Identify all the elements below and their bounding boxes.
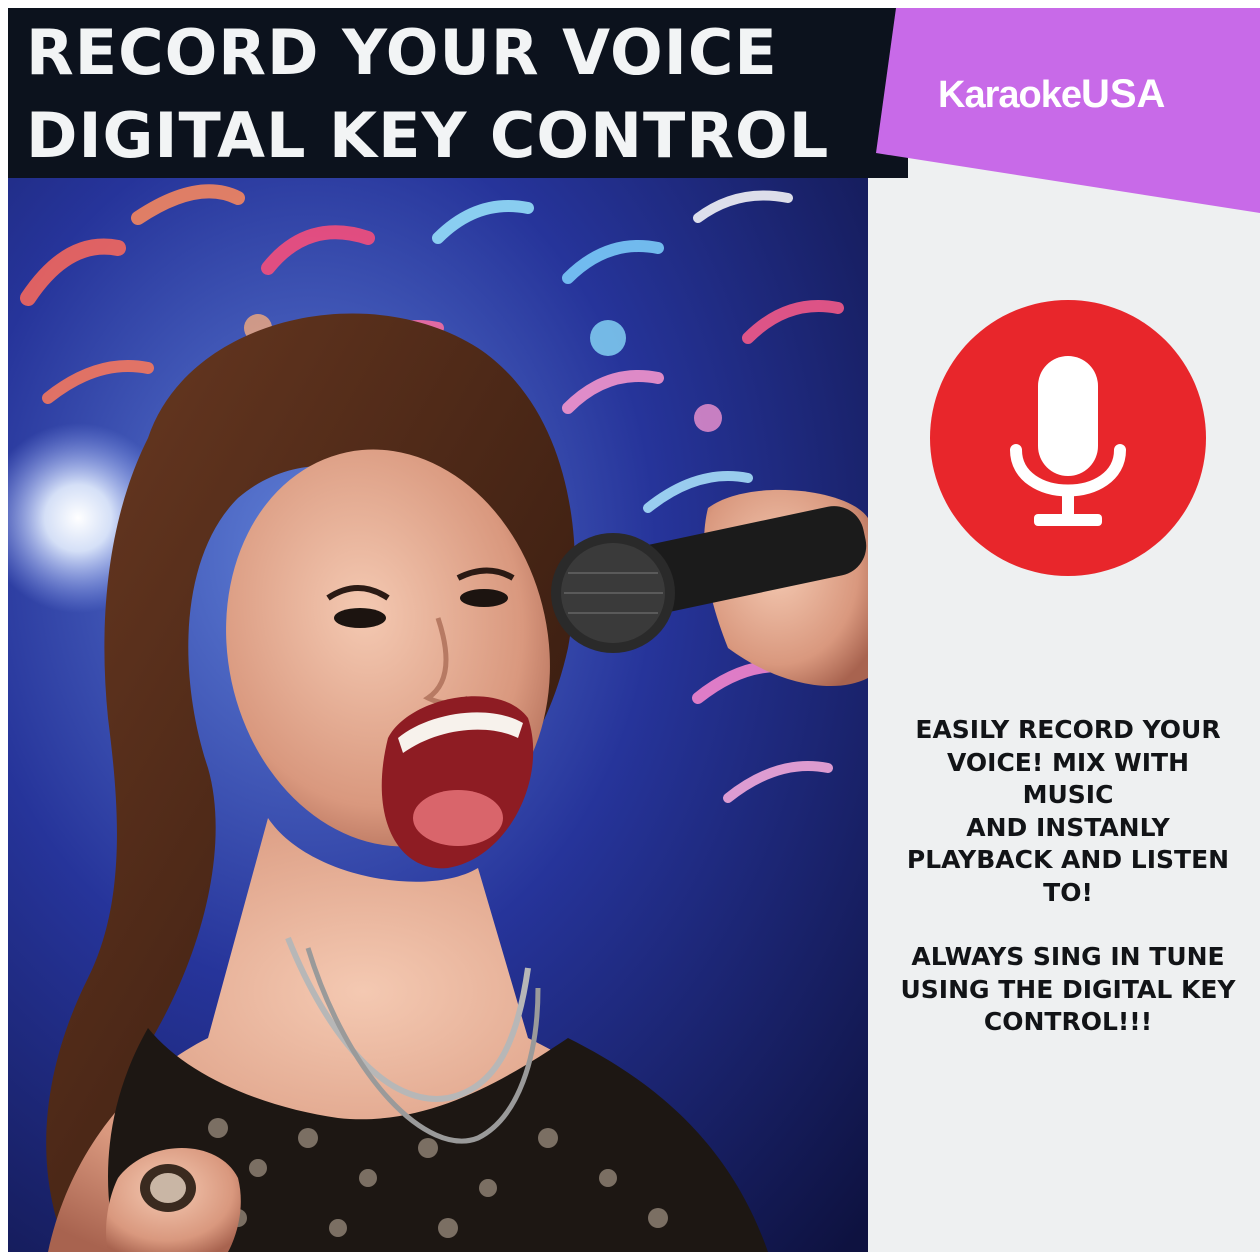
brand-band: KaraokeUSA [868, 8, 1260, 223]
feature-paragraph-2: ALWAYS SING IN TUNE USING THE DIGITAL KE… [876, 941, 1260, 1039]
feature-paragraph-1: EASILY RECORD YOUR VOICE! MIX WITH MUSIC… [876, 714, 1260, 909]
singer-illustration [8, 178, 868, 1252]
headline-line-1: RECORD YOUR VOICE [26, 16, 778, 89]
brand-logo-karaoke: Karaoke [938, 74, 1082, 116]
copy-line: VOICE! MIX WITH [946, 747, 1189, 777]
brand-logo-usa: USA [1080, 72, 1166, 116]
copy-line: AND INSTANLY [966, 812, 1170, 842]
product-banner: RECORD YOUR VOICE DIGITAL KEY CONTROL Ka… [8, 8, 1260, 1252]
feature-copy: EASILY RECORD YOUR VOICE! MIX WITH MUSIC… [876, 714, 1260, 1039]
microphone-badge [930, 300, 1206, 576]
headline-bar: RECORD YOUR VOICE DIGITAL KEY CONTROL [8, 8, 908, 178]
brand-logo: KaraokeUSA [938, 72, 1165, 117]
copy-line: EASILY RECORD YOUR [915, 715, 1221, 744]
copy-line: MUSIC [1022, 780, 1114, 809]
copy-line: PLAYBACK AND LISTEN [906, 845, 1230, 874]
copy-line: CONTROL!!! [983, 1007, 1153, 1036]
copy-line: TO! [1043, 877, 1093, 907]
copy-line: USING THE DIGITAL KEY [900, 974, 1236, 1004]
copy-line: ALWAYS SING IN TUNE [911, 942, 1225, 971]
headline-line-2: DIGITAL KEY CONTROL [26, 99, 830, 172]
singer-photo [8, 178, 868, 1252]
